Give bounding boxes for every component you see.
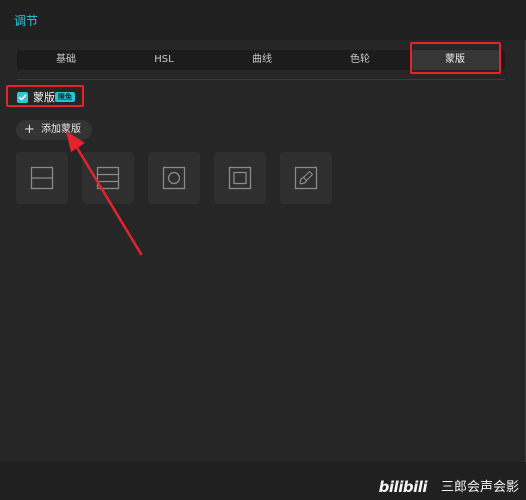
adjust-tabs: 基础 HSL 曲线 色轮 蒙版 <box>17 50 505 70</box>
rectangle-mask-icon <box>228 166 252 190</box>
tab-curves[interactable]: 曲线 <box>213 50 311 70</box>
free-badge: 限免 <box>55 92 75 102</box>
check-icon <box>18 94 27 101</box>
mask-toggle-label: 蒙版 <box>33 91 55 104</box>
pointer-arrow <box>66 131 143 256</box>
circle-mask-icon <box>162 166 186 190</box>
mask-preset-brush[interactable] <box>280 152 332 204</box>
tab-basic[interactable]: 基础 <box>17 50 115 70</box>
add-mask-button[interactable]: + 添加蒙版 <box>16 120 92 140</box>
tab-mask[interactable]: 蒙版 <box>410 50 500 70</box>
mask-preset-rectangle[interactable] <box>214 152 266 204</box>
tab-hsl[interactable]: HSL <box>115 50 213 70</box>
mask-enable-checkbox[interactable] <box>17 92 28 103</box>
panel-title: 调节 <box>14 14 39 28</box>
mirror-band-icon <box>96 166 120 190</box>
tab-divider <box>17 79 505 80</box>
split-horizontal-icon <box>30 166 54 190</box>
mask-preset-mirror[interactable] <box>82 152 134 204</box>
tab-color-wheel[interactable]: 色轮 <box>311 50 409 70</box>
bilibili-logo: bilibili <box>378 478 428 496</box>
mask-preset-circle[interactable] <box>148 152 200 204</box>
plus-icon: + <box>24 122 35 137</box>
panel-header: 调节 <box>0 0 526 40</box>
adjust-panel: 调节 基础 HSL 曲线 色轮 蒙版 蒙版 限免 + 添加蒙版 bilibili… <box>0 0 526 500</box>
mask-preset-split[interactable] <box>16 152 68 204</box>
watermark-text: 三郎会声会影 <box>440 480 519 495</box>
brush-mask-icon <box>294 166 318 190</box>
add-mask-label: 添加蒙版 <box>41 124 81 135</box>
